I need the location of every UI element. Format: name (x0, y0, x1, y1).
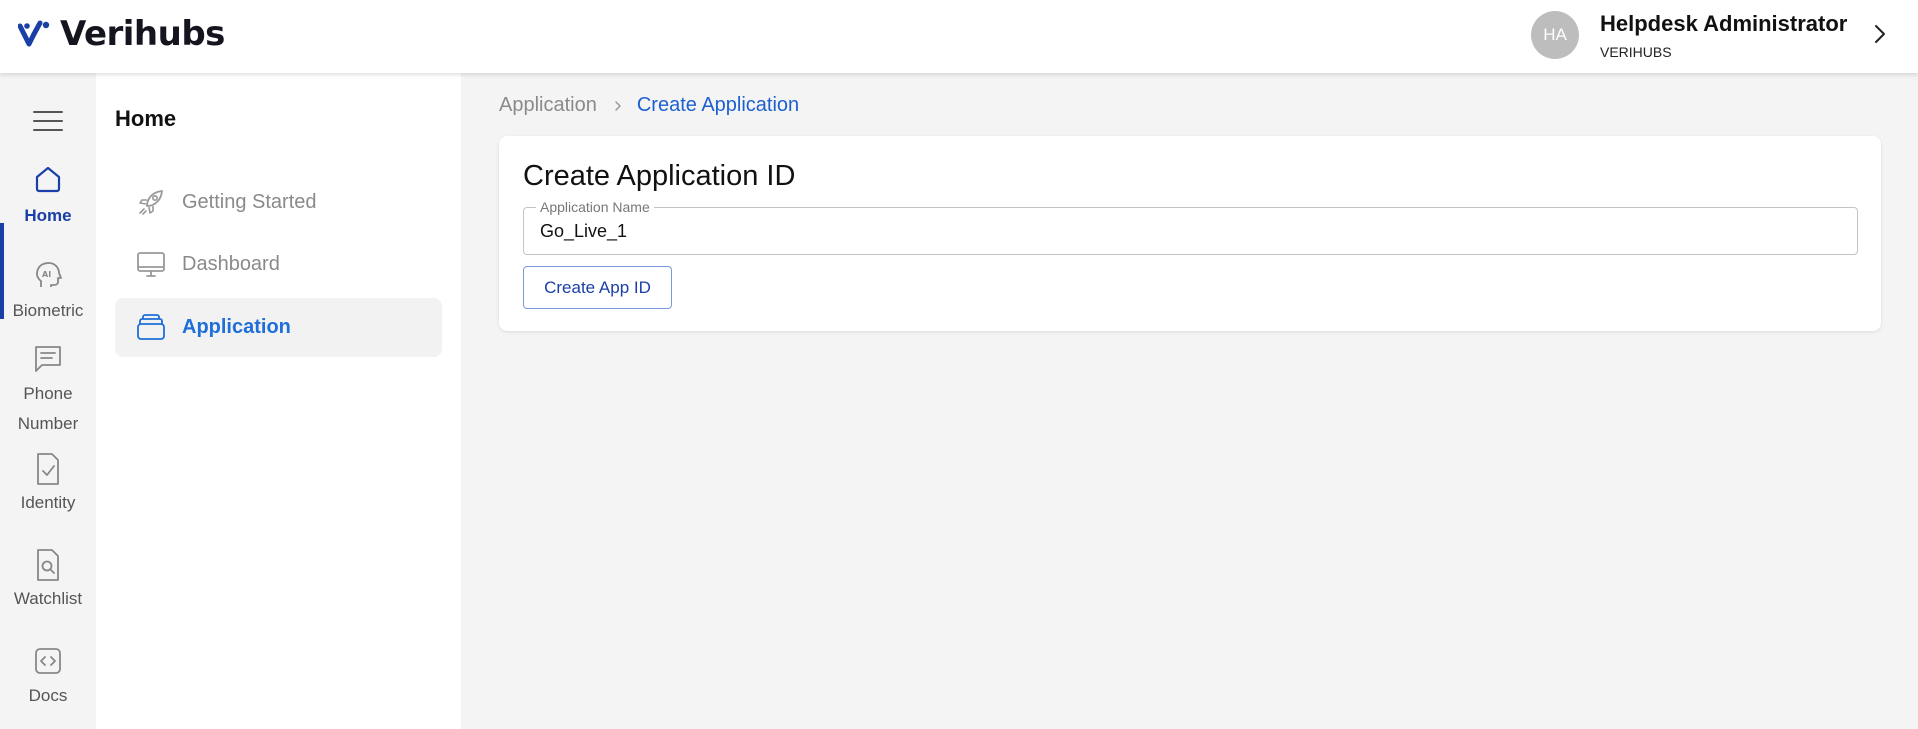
subnav-title: Home (115, 106, 177, 131)
user-name: Helpdesk Administrator (1600, 11, 1848, 36)
chevron-right-icon (615, 100, 621, 111)
rail-item-identity[interactable]: Identity (0, 452, 96, 518)
user-info: Helpdesk Administrator VERIHUBS (1600, 10, 1847, 60)
nav-label: Dashboard (182, 253, 280, 275)
top-bar: Verihubs HA Helpdesk Administrator VERIH… (0, 0, 1918, 73)
application-name-field: Application Name (523, 198, 1858, 255)
create-application-card: Create Application ID Application Name C… (499, 136, 1881, 331)
nav-item-getting-started[interactable]: Getting Started (115, 173, 442, 232)
rail-item-biometric[interactable]: AI Biometric (0, 260, 96, 326)
rail-item-docs[interactable]: Docs (0, 645, 96, 711)
avatar: HA (1531, 11, 1579, 59)
app-logo[interactable]: Verihubs (18, 14, 225, 54)
document-check-icon (37, 453, 59, 485)
monitor-icon (137, 252, 165, 277)
user-menu[interactable]: HA Helpdesk Administrator VERIHUBS (1531, 10, 1847, 60)
rail-item-home[interactable]: Home (0, 163, 96, 231)
rail-label: Home (24, 206, 72, 225)
breadcrumb-current: Create Application (636, 94, 800, 116)
rail-label: Watchlist (13, 589, 83, 608)
rail-label: Biometric (12, 301, 84, 320)
document-search-icon (37, 549, 59, 581)
nav-item-application[interactable]: Application (115, 298, 442, 357)
breadcrumb-parent[interactable]: Application (499, 94, 597, 117)
nav-label: Application (182, 316, 291, 338)
code-icon (35, 648, 61, 674)
hamburger-menu-icon[interactable] (33, 110, 63, 132)
icon-rail: Home AI Biometric Phone Number Identity … (0, 73, 96, 729)
chevron-right-icon[interactable] (1870, 22, 1890, 46)
home-icon (35, 166, 61, 193)
application-name-input[interactable] (540, 218, 1840, 244)
ai-head-icon: AI (36, 262, 62, 287)
rail-label: Phone Number (17, 384, 79, 433)
nav-item-dashboard[interactable]: Dashboard (115, 235, 442, 294)
svg-text:AI: AI (42, 270, 51, 279)
sub-navigation: Home Getting Started Dashboard Applicati… (96, 73, 461, 729)
rail-item-watchlist[interactable]: Watchlist (0, 548, 96, 614)
verihubs-logo-icon (18, 20, 50, 47)
rail-label: Docs (28, 686, 68, 705)
app-name: Verihubs (60, 14, 225, 54)
rail-label: Identity (20, 493, 76, 512)
nav-label: Getting Started (182, 191, 317, 213)
field-label: Application Name (536, 198, 654, 216)
breadcrumb: Application Create Application (499, 94, 799, 117)
user-org: VERIHUBS (1600, 44, 1672, 60)
rail-item-phone-number[interactable]: Phone Number (0, 343, 96, 439)
card-title: Create Application ID (523, 160, 796, 192)
create-app-id-button[interactable]: Create App ID (523, 266, 672, 309)
rocket-icon (139, 190, 163, 215)
layers-icon (137, 314, 165, 340)
message-icon (35, 346, 61, 372)
